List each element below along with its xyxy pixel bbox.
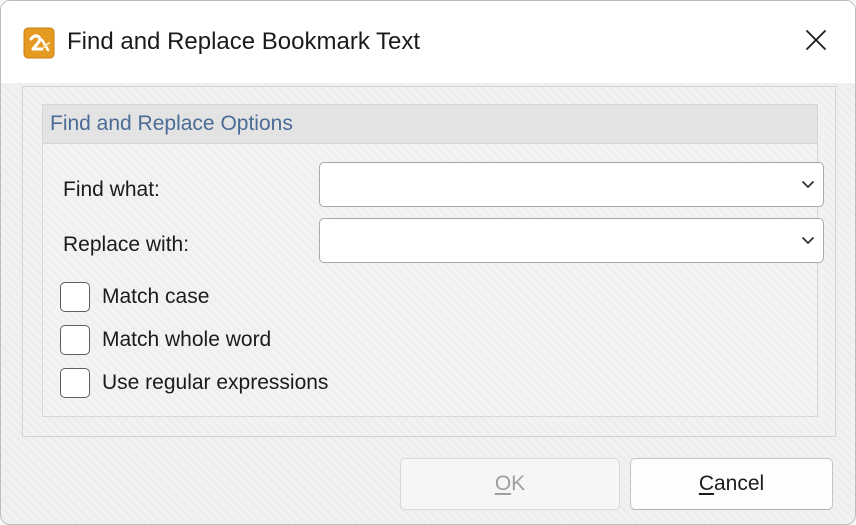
close-icon bbox=[806, 30, 826, 50]
match-case-checkbox[interactable] bbox=[60, 282, 90, 312]
find-replace-options-group: Find and Replace Options Find what: Repl… bbox=[42, 104, 824, 417]
use-regex-label[interactable]: Use regular expressions bbox=[102, 370, 328, 396]
ok-label-rest: K bbox=[511, 472, 526, 495]
match-whole-word-checkbox[interactable] bbox=[60, 325, 90, 355]
match-case-option[interactable]: Match case bbox=[60, 280, 209, 314]
group-title: Find and Replace Options bbox=[50, 112, 293, 135]
match-case-label[interactable]: Match case bbox=[102, 284, 209, 310]
find-replace-dialog: Find and Replace Bookmark Text Find and … bbox=[0, 0, 856, 525]
ok-mnemonic: O bbox=[494, 472, 512, 495]
match-whole-word-option[interactable]: Match whole word bbox=[60, 323, 271, 357]
dialog-body: Find and Replace Options Find what: Repl… bbox=[1, 83, 855, 524]
dialog-title: Find and Replace Bookmark Text bbox=[67, 28, 421, 55]
cancel-label-rest: ancel bbox=[713, 472, 765, 495]
match-whole-word-label[interactable]: Match whole word bbox=[102, 327, 271, 353]
cancel-mnemonic: C bbox=[698, 472, 714, 495]
group-header: Find and Replace Options bbox=[43, 105, 817, 144]
app-logo-icon bbox=[23, 27, 55, 59]
cancel-button[interactable]: Cancel bbox=[630, 458, 833, 510]
options-panel: Find and Replace Options Find what: Repl… bbox=[22, 86, 836, 437]
use-regex-checkbox[interactable] bbox=[60, 368, 90, 398]
use-regex-option[interactable]: Use regular expressions bbox=[60, 366, 328, 400]
replace-with-label: Replace with: bbox=[63, 233, 190, 256]
chevron-down-icon[interactable] bbox=[801, 177, 815, 191]
chevron-down-icon[interactable] bbox=[801, 233, 815, 247]
ok-button[interactable]: OK bbox=[400, 458, 620, 510]
find-what-label: Find what: bbox=[63, 178, 160, 201]
close-button[interactable] bbox=[777, 1, 855, 79]
title-bar[interactable]: Find and Replace Bookmark Text bbox=[1, 1, 855, 83]
replace-with-combobox[interactable] bbox=[319, 218, 824, 263]
find-what-combobox[interactable] bbox=[319, 162, 824, 207]
